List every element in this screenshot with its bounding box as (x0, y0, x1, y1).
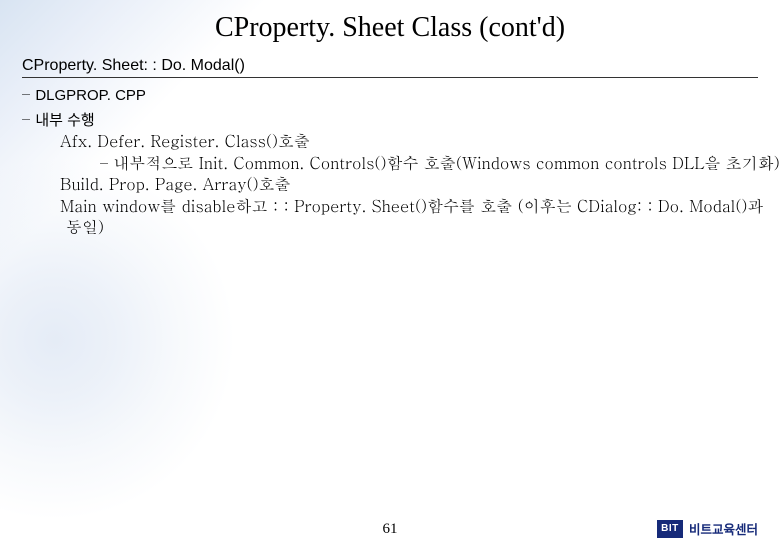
page-title: CProperty. Sheet Class (cont'd) (0, 12, 780, 44)
logo-badge-icon: BIT (657, 520, 683, 538)
section-divider: CProperty. Sheet: : Do. Modal() (22, 52, 758, 78)
sub-body-line: 내부적으로 Init. Common. Controls()함수 호출(Wind… (100, 152, 780, 174)
logo-text: 비트교육센터 (689, 519, 758, 538)
bullet-list: DLGPROP. CPP 내부 수행 (22, 82, 780, 130)
bullet-text: 내부 수행 (35, 112, 94, 129)
body-line: Build. Prop. Page. Array()호출 (60, 173, 780, 195)
nested-content: Afx. Defer. Register. Class()호출 내부적으로 In… (60, 130, 780, 238)
footer-logo: BIT 비트교육센터 (657, 519, 758, 538)
list-item: DLGPROP. CPP (22, 82, 758, 105)
bullet-text: DLGPROP. CPP (35, 87, 146, 104)
list-item: 내부 수행 (22, 107, 758, 130)
body-line: Main window를 disable하고 : : Property. She… (60, 195, 780, 238)
section-heading: CProperty. Sheet: : Do. Modal() (22, 57, 245, 74)
body-line: Afx. Defer. Register. Class()호출 (60, 130, 780, 152)
